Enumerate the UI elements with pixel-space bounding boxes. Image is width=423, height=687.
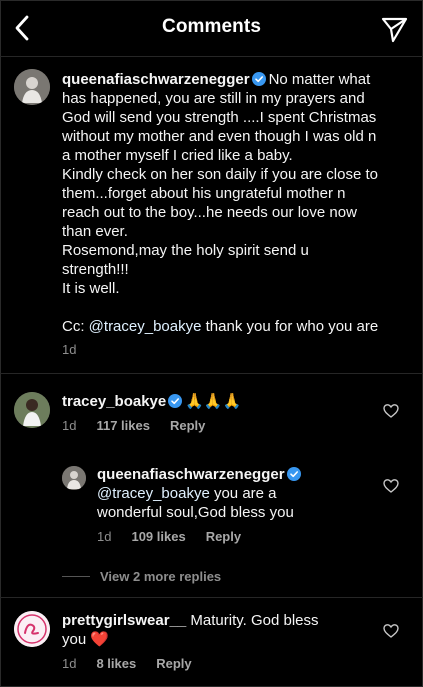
comments-divider — [0, 597, 423, 598]
avatar[interactable] — [14, 611, 50, 647]
comment-username[interactable]: tracey_boakye — [62, 393, 166, 410]
reply-button[interactable]: Reply — [206, 529, 241, 544]
share-button[interactable] — [379, 14, 409, 44]
caption-divider — [0, 373, 423, 374]
timestamp: 1d — [62, 418, 77, 433]
mention-link[interactable]: @tracey_boakye — [89, 318, 202, 335]
likes-count[interactable]: 117 likes — [96, 418, 150, 433]
caption-line: without my mother and even though I was … — [62, 128, 377, 145]
likes-count[interactable]: 8 likes — [96, 656, 136, 671]
mention-link[interactable]: @tracey_boakye — [97, 485, 210, 502]
comment-text: prettygirlswear__ Maturity. God bless yo… — [62, 612, 319, 648]
reply-button[interactable]: Reply — [170, 418, 205, 433]
caption-line: Kindly check on her son daily if you are… — [62, 166, 379, 183]
caption-meta: 1d — [62, 342, 76, 357]
reply-text: queenafiaschwarzenegger @tracey_boakye y… — [97, 465, 377, 522]
heart-emoji: ❤️ — [90, 631, 110, 648]
comment-text: tracey_boakye 🙏🙏🙏 — [62, 392, 241, 411]
paper-plane-icon — [381, 17, 408, 43]
reply-username[interactable]: queenafiaschwarzenegger — [97, 466, 285, 483]
comment-body: 🙏🙏🙏 — [185, 393, 242, 410]
verified-badge-icon — [251, 72, 266, 86]
header: Comments — [0, 0, 423, 56]
header-divider — [0, 56, 423, 57]
comment-meta: 1d 8 likes Reply — [62, 656, 192, 671]
timestamp: 1d — [62, 342, 77, 357]
caption-text: queenafiaschwarzenegger No matter what ha… — [62, 70, 412, 336]
caption-line: It is well. — [62, 280, 120, 297]
caption-username[interactable]: queenafiaschwarzenegger — [62, 71, 250, 88]
caption-line: Rosemond,may the holy spirit send u — [62, 242, 309, 259]
caption-line: God will send you strength ....I spent C… — [62, 109, 377, 126]
avatar[interactable] — [14, 69, 50, 105]
heart-outline-icon[interactable] — [383, 623, 399, 639]
avatar-image — [62, 466, 86, 490]
heart-outline-icon[interactable] — [383, 478, 399, 494]
caption-line: than ever. — [62, 223, 128, 240]
avatar[interactable] — [62, 466, 86, 490]
heart-outline-icon[interactable] — [383, 403, 399, 419]
caption-line: a mother myself I cried like a baby. — [62, 147, 293, 164]
avatar-image — [14, 392, 50, 428]
replies-line — [62, 576, 90, 577]
verified-badge-icon — [286, 467, 301, 481]
brand-logo-avatar — [14, 611, 50, 647]
caption-line: reach out to the boy...he needs our love… — [62, 204, 357, 221]
caption-line: No matter what — [268, 71, 371, 88]
likes-count[interactable]: 109 likes — [131, 529, 185, 544]
reply-body-line: wonderful soul,God bless you — [97, 504, 294, 521]
caption-line: them...forget about his ungrateful mothe… — [62, 185, 346, 202]
avatar[interactable] — [14, 392, 50, 428]
comment-meta: 1d 117 likes Reply — [62, 418, 205, 433]
reply-button[interactable]: Reply — [156, 656, 191, 671]
view-more-replies[interactable]: View 2 more replies — [62, 569, 221, 584]
timestamp: 1d — [62, 656, 77, 671]
view-replies-label: View 2 more replies — [100, 569, 222, 584]
reply-meta: 1d 109 likes Reply — [97, 529, 241, 544]
caption-line: strength!!! — [62, 261, 129, 278]
verified-badge-icon — [168, 394, 183, 408]
caption-line: has happened, you are still in my prayer… — [62, 90, 365, 107]
caption-cc-line: Cc: @tracey_boakye thank you for who you… — [62, 318, 379, 335]
comment-username[interactable]: prettygirlswear__ — [62, 612, 186, 629]
page-title: Comments — [162, 16, 261, 37]
timestamp: 1d — [97, 529, 112, 544]
avatar-image — [14, 69, 50, 105]
